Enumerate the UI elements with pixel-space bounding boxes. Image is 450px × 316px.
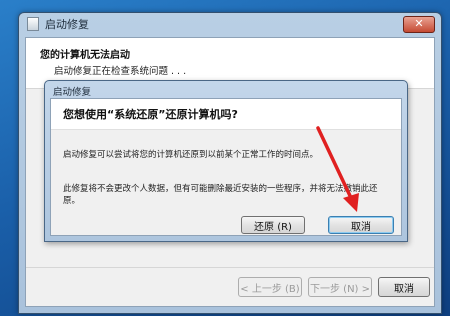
footer-cancel-button[interactable]: 取消 — [378, 277, 430, 297]
window-title: 启动修复 — [45, 18, 89, 31]
back-button[interactable]: < 上一步 (B) — [238, 277, 302, 297]
dialog-cancel-button[interactable]: 取消 — [328, 216, 394, 234]
app-icon — [27, 17, 39, 31]
restore-button[interactable]: 还原 (R) — [241, 216, 305, 234]
footer-bar: < 上一步 (B) 下一步 (N) > 取消 — [26, 267, 434, 306]
dialog-title: 启动修复 — [53, 87, 92, 98]
dialog-content: 您想使用“系统还原”还原计算机吗? 启动修复可以尝试将您的计算机还原到以前某个正… — [50, 98, 402, 236]
close-icon: ✕ — [414, 17, 424, 30]
dialog-description: 启动修复可以尝试将您的计算机还原到以前某个正常工作的时间点。 — [63, 150, 319, 160]
window-titlebar: 启动修复 ✕ — [19, 13, 441, 35]
dialog-question: 您想使用“系统还原”还原计算机吗? — [63, 108, 238, 121]
status-text: 启动修复正在检查系统问题 . . . — [54, 66, 187, 77]
header-title: 您的计算机无法启动 — [40, 50, 130, 61]
window-close-button[interactable]: ✕ — [403, 16, 435, 33]
dialog-warning: 此修复将不会更改个人数据，但有可能删除最近安装的一些程序，并将无法撤销此还原。 — [63, 184, 378, 206]
next-button[interactable]: 下一步 (N) > — [308, 277, 372, 297]
system-restore-dialog: 启动修复 您想使用“系统还原”还原计算机吗? 启动修复可以尝试将您的计算机还原到… — [44, 80, 408, 242]
desktop-background: { "outer_window": { "title": "启动修复", "cl… — [0, 0, 450, 316]
dialog-header: 您想使用“系统还原”还原计算机吗? — [51, 99, 401, 130]
